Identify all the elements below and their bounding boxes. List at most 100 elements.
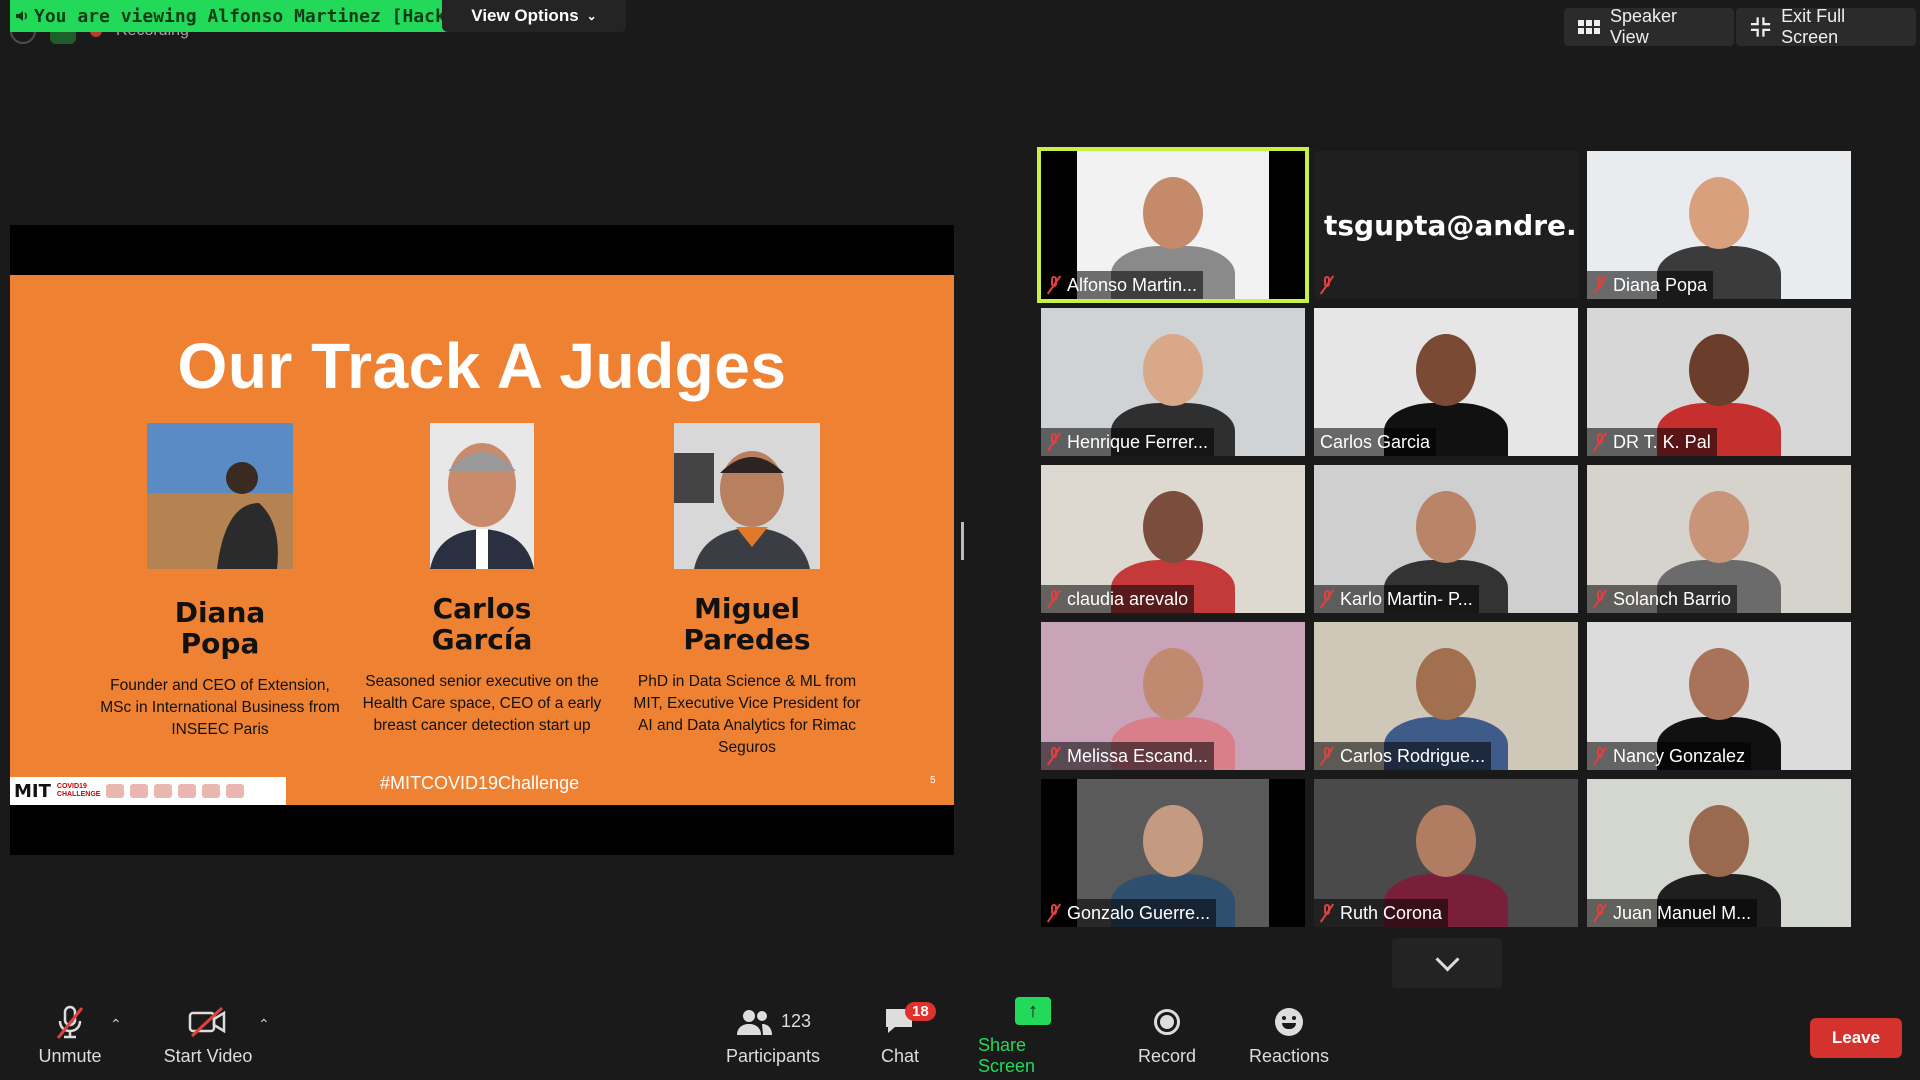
microphone-muted-icon [1320,747,1334,765]
participant-name: Ruth Corona [1340,902,1443,923]
participant-name: Nancy Gonzalez [1613,745,1746,766]
participant-name-bar: Karlo Martin- P... [1314,585,1479,613]
speaker-view-button[interactable]: Speaker View [1564,6,1734,47]
participant-tile[interactable]: Ruth Corona [1314,779,1578,927]
speaker-icon [16,11,27,21]
participant-name-bar: Solanch Barrio [1587,585,1738,613]
participant-tile[interactable]: DR T. K. Pal [1587,308,1851,456]
show-more-participants-button[interactable] [1392,938,1502,988]
microphone-muted-icon [1593,276,1607,294]
leave-button[interactable]: Leave [1810,1018,1902,1058]
microphone-muted-icon [1593,747,1607,765]
start-video-button[interactable]: Start Video [158,990,258,1080]
participant-name: DR T. K. Pal [1613,431,1711,452]
judge-name: Miguel Paredes [683,592,811,656]
judge-card: Miguel Paredes PhD in Data Science & ML f… [627,423,867,759]
judge-name: Carlos García [431,592,533,656]
participant-tile[interactable]: claudia arevalo [1041,465,1305,613]
chat-button[interactable]: 18 Chat [872,990,936,1080]
share-screen-button[interactable]: ↑ Share Screen [978,990,1088,1080]
share-screen-label: Share Screen [978,1035,1036,1076]
participant-name: Carlos Garcia [1320,431,1431,452]
participant-name-bar: Carlos Garcia [1314,428,1437,456]
judge-description: Founder and CEO of Extension, MSc in Int… [100,677,340,738]
participant-name-bar: Alfonso Martin... [1041,271,1204,299]
grid-view-icon [1578,20,1600,34]
participant-name-bar: Ruth Corona [1314,899,1449,927]
chevron-down-icon [1434,946,1460,972]
participant-tile[interactable]: Henrique Ferrer... [1041,308,1305,456]
participant-name-bar [1314,271,1340,299]
participant-name: Juan Manuel M... [1613,902,1752,923]
presentation-slide: Our Track A Judges Diana Popa Founder and… [10,275,954,805]
participant-name-bar: Juan Manuel M... [1587,899,1758,927]
unmute-label: Unmute [38,1045,102,1066]
microphone-muted-icon [1047,433,1061,451]
participant-tile[interactable]: tsgupta@andre... [1314,151,1578,299]
participant-name-display: tsgupta@andre... [1324,209,1578,242]
shared-screen: Our Track A Judges Diana Popa Founder and… [10,225,954,855]
meeting-toolbar: Unmute ⌃ Start Video ⌃ 123 Participants … [0,990,1920,1080]
record-label: Record [1137,1045,1197,1066]
sponsor-logos [106,784,245,798]
participant-tile[interactable]: Nancy Gonzalez [1587,622,1851,770]
participant-tile[interactable]: Solanch Barrio [1587,465,1851,613]
participant-tile[interactable]: Diana Popa [1587,151,1851,299]
exit-full-screen-icon [1750,17,1771,37]
microphone-muted-icon [1320,276,1334,294]
participant-name: Alfonso Martin... [1067,274,1198,295]
audio-options-caret-icon[interactable]: ⌃ [110,1016,122,1033]
participant-name-bar: claudia arevalo [1041,585,1195,613]
participant-tile[interactable]: Juan Manuel M... [1587,779,1851,927]
exit-full-screen-button[interactable]: Exit Full Screen [1736,6,1916,47]
participant-tile[interactable]: Carlos Garcia [1314,308,1578,456]
participants-count: 123 [780,1011,812,1031]
participant-tile[interactable]: Alfonso Martin... [1037,147,1309,303]
video-off-icon [188,1004,228,1040]
participant-name: Karlo Martin- P... [1340,588,1473,609]
participant-tile[interactable]: Carlos Rodrigue... [1314,622,1578,770]
participant-name: Gonzalo Guerre... [1067,902,1211,923]
judge-description: PhD in Data Science & ML from MIT, Execu… [633,673,861,756]
record-button[interactable]: Record [1132,990,1202,1080]
slide-page-number: 5 [930,775,936,786]
view-options-button[interactable]: View Options ⌄ [442,0,626,32]
chat-label: Chat [880,1045,920,1066]
judge-name: Diana Popa [174,596,266,660]
share-screen-icon: ↑ [1015,997,1051,1025]
participant-name: Melissa Escand... [1067,745,1209,766]
participant-tile[interactable]: Melissa Escand... [1041,622,1305,770]
microphone-muted-icon [1320,590,1334,608]
microphone-muted-icon [1320,904,1334,922]
microphone-muted-icon [1593,904,1607,922]
judge-photo [409,423,555,569]
reactions-button[interactable]: Reactions [1246,990,1332,1080]
participant-name: Carlos Rodrigue... [1340,745,1486,766]
split-resize-handle[interactable] [961,522,964,560]
chevron-down-icon: ⌄ [586,9,597,23]
microphone-muted-icon [1047,747,1061,765]
participants-icon: 123 [735,1004,811,1040]
participants-label: Participants [725,1045,821,1066]
speaker-view-label: Speaker View [1610,6,1678,47]
judge-description: Seasoned senior executive on the Health … [362,673,602,734]
participants-button[interactable]: 123 Participants [718,990,828,1080]
slide-hashtag: #MITCOVID19Challenge [380,773,580,793]
sponsor-logo-strip: MIT COVID19 CHALLENGE [10,777,286,805]
unmute-button[interactable]: Unmute [30,990,110,1080]
participant-name-bar: Henrique Ferrer... [1041,428,1215,456]
challenge-logo-text: COVID19 CHALLENGE [56,783,101,798]
video-options-caret-icon[interactable]: ⌃ [258,1016,270,1033]
judge-card: Carlos García Seasoned senior executive o… [362,423,602,737]
start-video-label: Start Video [163,1045,253,1066]
participant-tile[interactable]: Gonzalo Guerre... [1041,779,1305,927]
microphone-muted-icon [1047,590,1061,608]
participant-name-bar: Melissa Escand... [1041,742,1215,770]
participant-name-bar: Gonzalo Guerre... [1041,899,1217,927]
participant-tile[interactable]: Karlo Martin- P... [1314,465,1578,613]
judge-photo [147,423,293,569]
participant-name: Diana Popa [1613,274,1708,295]
slide-title: Our Track A Judges [177,330,787,402]
participant-name-bar: Carlos Rodrigue... [1314,742,1492,770]
microphone-muted-icon [1047,276,1061,294]
